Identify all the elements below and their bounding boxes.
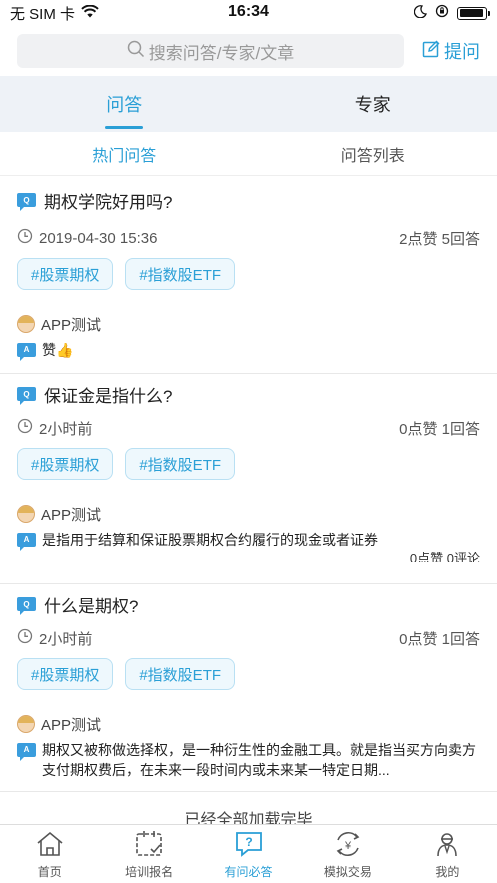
- question-title[interactable]: 什么是期权?: [44, 592, 138, 617]
- tag-list: #股票期权 #指数股ETF: [17, 252, 480, 310]
- ask-question-button[interactable]: 提问: [422, 38, 480, 64]
- sub-tabs: 热门问答 问答列表: [0, 132, 497, 176]
- svg-text:?: ?: [245, 835, 252, 849]
- tab-experts[interactable]: 专家: [249, 76, 497, 132]
- answer-text-row[interactable]: A 是指用于结算和保证股票期权合约履行的现金或者证券: [17, 528, 480, 552]
- question-time-group: 2小时前: [17, 628, 92, 649]
- question-meta: 2小时前 0点赞 1回答: [17, 414, 480, 442]
- load-complete-note: 已经全部加载完毕: [184, 812, 313, 824]
- battery-fill: [459, 9, 484, 17]
- question-time-group: 2019-04-30 15:36: [17, 228, 157, 248]
- carrier-label: 无 SIM 卡: [10, 5, 76, 23]
- clock-icon: [17, 228, 33, 248]
- question-title-row: Q 什么是期权?: [17, 584, 480, 624]
- tag-stock-options[interactable]: #股票期权: [17, 258, 114, 290]
- question-stats: 2点赞 5回答: [399, 230, 480, 248]
- avatar: [17, 715, 35, 733]
- answer-user: APP测试: [17, 500, 480, 528]
- subtab-hot-qa[interactable]: 热门问答: [0, 142, 249, 166]
- tabbar-profile-label: 我的: [435, 864, 460, 879]
- question-feed[interactable]: Q 期权学院好用吗? 2019-04-30 15:36 2点赞 5回答 #股票期…: [0, 176, 497, 824]
- tabbar-home-label: 首页: [37, 864, 62, 879]
- question-time: 2小时前: [39, 420, 93, 438]
- tabbar-simulated-trading[interactable]: ¥ 模拟交易: [298, 825, 397, 883]
- question-time: 2019-04-30 15:36: [39, 229, 158, 247]
- question-card[interactable]: Q 期权学院好用吗? 2019-04-30 15:36 2点赞 5回答 #股票期…: [0, 176, 497, 374]
- clock-icon: [17, 418, 33, 438]
- question-title-row: Q 期权学院好用吗?: [17, 176, 480, 224]
- question-title-row: Q 保证金是指什么?: [17, 374, 480, 414]
- status-left: 无 SIM 卡: [10, 3, 99, 24]
- answer-text-row[interactable]: A 赞👍: [17, 338, 480, 368]
- tabbar-qa[interactable]: ? 有问必答: [199, 825, 298, 883]
- question-badge-icon: Q: [17, 193, 36, 211]
- search-row: 搜索问答/专家/文章 提问: [0, 26, 497, 76]
- edit-icon: [422, 40, 440, 63]
- tabbar-training[interactable]: 培训报名: [99, 825, 198, 883]
- main-tabs: 问答 专家: [0, 76, 497, 132]
- tabbar-profile[interactable]: 我的: [398, 825, 497, 883]
- tag-stock-options[interactable]: #股票期权: [17, 658, 114, 690]
- question-card[interactable]: Q 什么是期权? 2小时前 0点赞 1回答 #股票期权 #指数股ETF APP测…: [0, 584, 497, 792]
- tag-index-etf[interactable]: #指数股ETF: [125, 658, 236, 690]
- answer-user: APP测试: [17, 710, 480, 738]
- answer-text: 是指用于结算和保证股票期权合约履行的现金或者证券: [42, 532, 378, 548]
- search-input[interactable]: 搜索问答/专家/文章: [17, 34, 404, 68]
- yen-exchange-icon: ¥: [333, 829, 363, 859]
- wifi-icon: [81, 4, 99, 22]
- tab-qa-label: 问答: [106, 95, 143, 115]
- answer-user-name: APP测试: [41, 506, 102, 524]
- tabbar-qa-label: 有问必答: [224, 864, 273, 879]
- question-time-group: 2小时前: [17, 418, 92, 439]
- home-icon: [35, 829, 65, 859]
- question-meta: 2小时前 0点赞 1回答: [17, 624, 480, 652]
- tag-list: #股票期权 #指数股ETF: [17, 442, 480, 500]
- battery-icon: [457, 6, 490, 20]
- question-stats: 0点赞 1回答: [399, 630, 480, 648]
- calendar-check-icon: [134, 829, 164, 859]
- profile-icon: [432, 829, 462, 859]
- question-card[interactable]: Q 保证金是指什么? 2小时前 0点赞 1回答 #股票期权 #指数股ETF AP…: [0, 374, 497, 584]
- answer-badge-icon: A: [17, 343, 36, 361]
- answer-badge-icon: A: [17, 743, 36, 761]
- tag-index-etf[interactable]: #指数股ETF: [125, 448, 236, 480]
- question-title[interactable]: 期权学院好用吗?: [44, 188, 172, 213]
- tabbar-home[interactable]: 首页: [0, 825, 99, 883]
- question-meta: 2019-04-30 15:36 2点赞 5回答: [17, 224, 480, 252]
- search-icon: [127, 40, 145, 63]
- question-title[interactable]: 保证金是指什么?: [44, 382, 172, 407]
- status-right: [413, 4, 490, 22]
- orientation-lock-icon: [435, 4, 449, 22]
- tab-experts-label: 专家: [354, 95, 391, 115]
- clock-icon: [17, 628, 33, 648]
- avatar: [17, 315, 35, 333]
- tabbar-simulated-trading-label: 模拟交易: [323, 864, 372, 879]
- status-bar: 无 SIM 卡 16:34: [0, 0, 497, 26]
- question-badge-icon: Q: [17, 597, 36, 615]
- answer-text: 期权又被称做选择权，是一种衍生性的金融工具。就是指当买方向卖方支付期权费后，在未…: [42, 742, 476, 778]
- tabbar-training-label: 培训报名: [125, 864, 174, 879]
- answer-user-name: APP测试: [41, 316, 102, 334]
- ask-question-label: 提问: [444, 42, 480, 62]
- question-chat-icon: ?: [234, 829, 264, 859]
- svg-text:¥: ¥: [344, 840, 352, 852]
- subtab-qa-list[interactable]: 问答列表: [249, 142, 497, 166]
- question-time: 2小时前: [39, 630, 93, 648]
- question-stats: 0点赞 1回答: [399, 420, 480, 438]
- answer-text: 赞👍: [42, 342, 74, 358]
- answer-user-name: APP测试: [41, 716, 102, 734]
- avatar: [17, 505, 35, 523]
- bottom-tabbar: 首页 培训报名 ? 有问必答 ¥ 模拟交易 我的: [0, 824, 497, 883]
- answer-badge-icon: A: [17, 533, 36, 551]
- tab-qa[interactable]: 问答: [0, 76, 249, 132]
- answer-text-row[interactable]: A 期权又被称做选择权，是一种衍生性的金融工具。就是指当买方向卖方支付期权费后，…: [17, 738, 480, 788]
- question-badge-icon: Q: [17, 387, 36, 405]
- answer-user: APP测试: [17, 310, 480, 338]
- search-placeholder: 搜索问答/专家/文章: [148, 43, 295, 63]
- tag-index-etf[interactable]: #指数股ETF: [125, 258, 236, 290]
- tag-stock-options[interactable]: #股票期权: [17, 448, 114, 480]
- tag-list: #股票期权 #指数股ETF: [17, 652, 480, 710]
- answer-stats: 0点赞 0评论: [409, 552, 480, 562]
- moon-icon: [413, 4, 427, 22]
